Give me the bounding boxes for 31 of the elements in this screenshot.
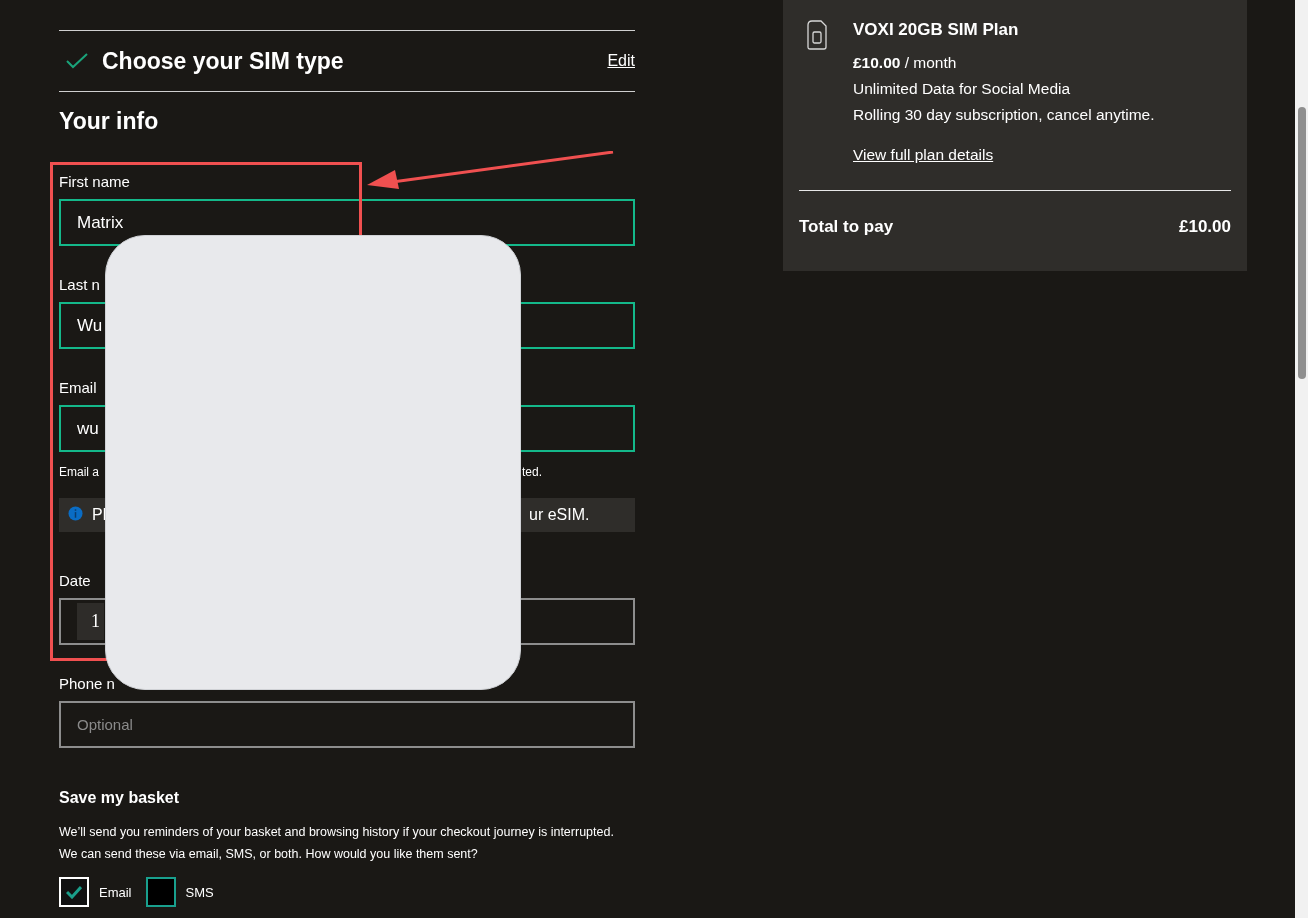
- step-title: Choose your SIM type: [102, 47, 345, 75]
- check-icon: [66, 885, 82, 899]
- date-day-field[interactable]: 1: [77, 603, 104, 640]
- field-label: Email: [59, 379, 98, 396]
- field-label: Last n: [59, 276, 101, 293]
- edit-link[interactable]: Edit: [607, 52, 635, 70]
- field-label: First name: [59, 173, 131, 190]
- section-title: Your info: [59, 108, 160, 135]
- scrollbar[interactable]: [1295, 0, 1308, 918]
- basket-title: Save my basket: [59, 789, 181, 807]
- sim-card-icon: [807, 20, 827, 50]
- plan-feature: Rolling 30 day subscription, cancel anytime.: [853, 105, 1155, 125]
- field-label: Phone n: [59, 675, 116, 692]
- checkbox[interactable]: [145, 877, 176, 907]
- plan-feature: Unlimited Data for Social Media: [853, 79, 1072, 99]
- info-text: ur eSIM.: [529, 506, 591, 524]
- plan-price: £10.00 / month: [853, 53, 958, 73]
- plan-name: VOXI 20GB SIM Plan: [853, 20, 1020, 40]
- info-text: Pl: [92, 506, 108, 524]
- scrollbar-thumb[interactable]: [1298, 107, 1306, 379]
- total-amount: £10.00: [1179, 217, 1231, 237]
- hint-text: ted.: [522, 465, 543, 479]
- checkbox-label: Email: [99, 884, 132, 900]
- info-icon: [68, 505, 84, 521]
- checkbox-label: SMS: [185, 884, 214, 900]
- hint-text: Email a: [59, 465, 100, 479]
- plan-details-link[interactable]: View full plan details: [853, 146, 994, 164]
- field-label: Date: [59, 572, 92, 589]
- input-field[interactable]: Optional: [59, 701, 635, 748]
- total-label: Total to pay: [799, 217, 894, 237]
- basket-text: We’ll send you reminders of your basket and browsing history if your checkout journey is interrupted. We can send these via email, SMS, or both. How would you like them sent?: [59, 824, 615, 863]
